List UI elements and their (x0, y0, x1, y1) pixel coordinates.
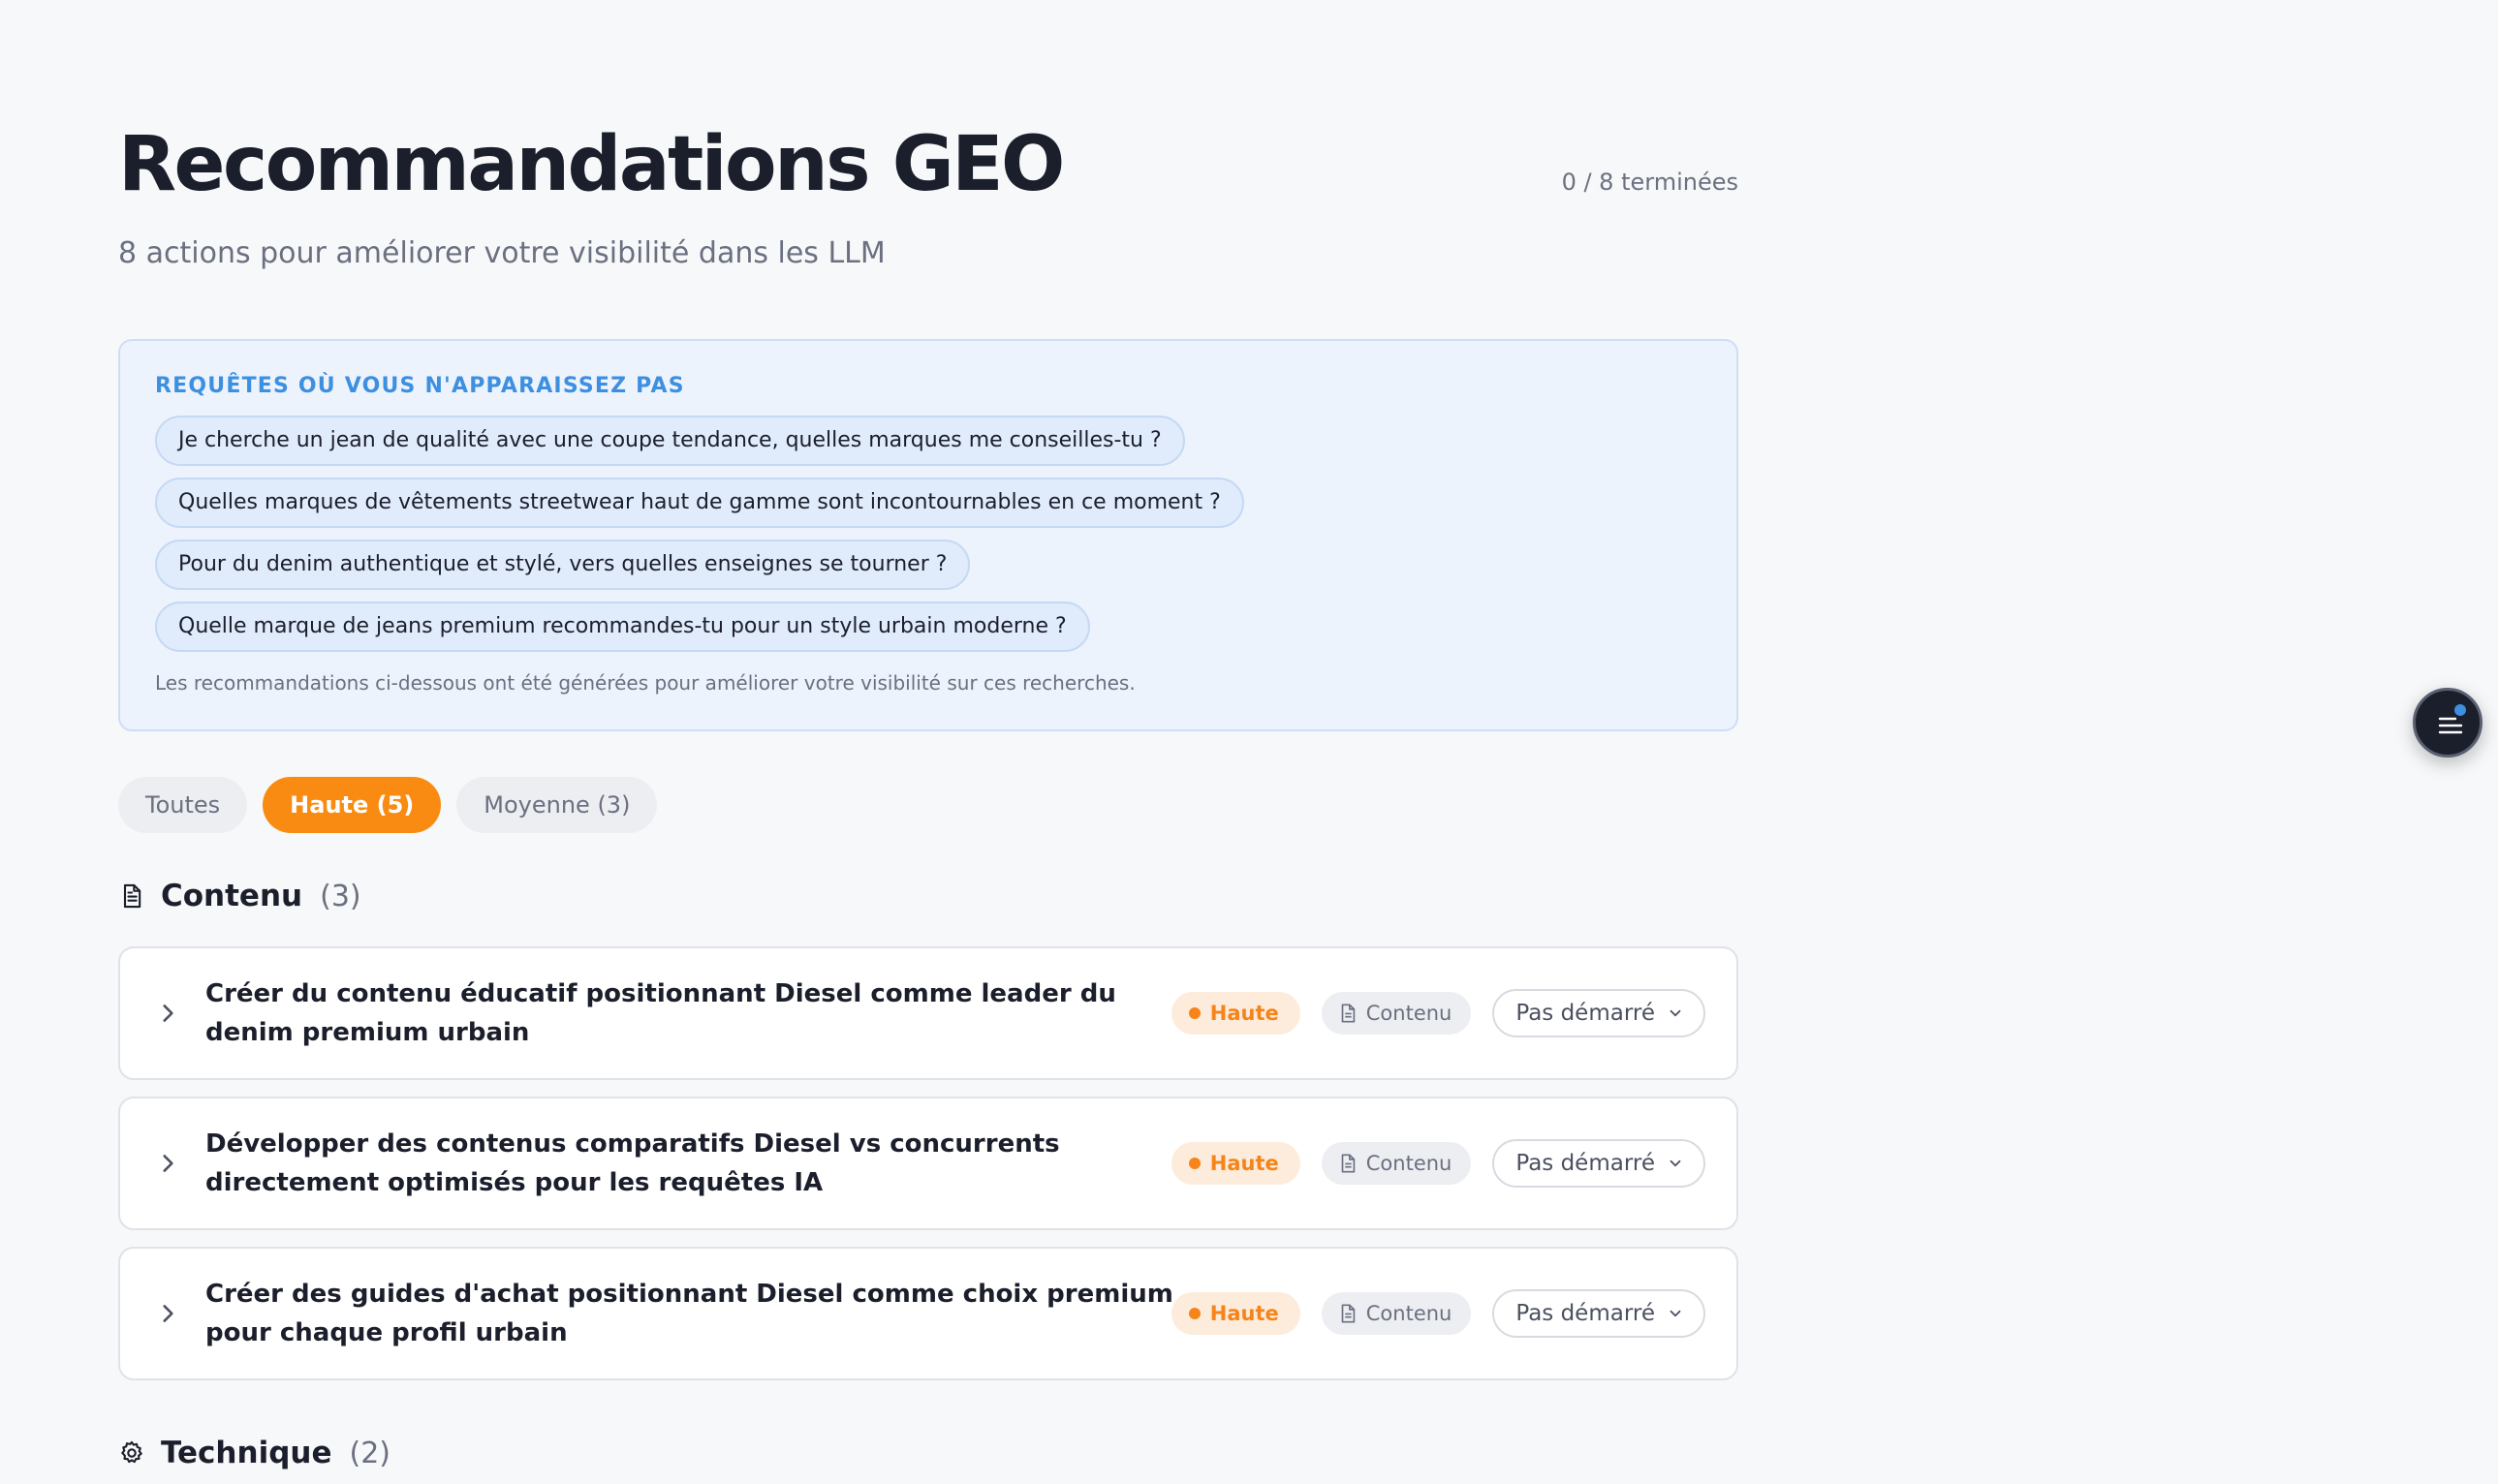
status-dropdown[interactable]: Pas démarré (1492, 1289, 1705, 1338)
recommendation-meta: Haute Contenu Pas démarré (1171, 989, 1705, 1037)
status-dropdown[interactable]: Pas démarré (1492, 1139, 1705, 1188)
recommendation-title: Créer du contenu éducatif positionnant D… (205, 979, 1116, 1047)
query-chip: Quelles marques de vêtements streetwear … (155, 478, 1244, 528)
priority-filter-tabs: Toutes Haute (5) Moyenne (3) (118, 777, 658, 833)
section-heading-content: Contenu (3) (118, 879, 361, 913)
chevron-down-icon (1670, 1159, 1681, 1167)
filter-all[interactable]: Toutes (118, 777, 248, 833)
document-icon (118, 882, 145, 910)
queries-note: Les recommandations ci-dessous ont été g… (155, 671, 1136, 695)
missing-queries-panel: REQUÊTES OÙ VOUS N'APPARAISSEZ PAS Je ch… (118, 339, 1738, 731)
page-title: Recommandations GEO (118, 121, 1065, 208)
gear-icon (118, 1439, 145, 1467)
priority-badge: Haute (1171, 992, 1300, 1035)
recommendations-page: Recommandations GEO 8 actions pour améli… (118, 0, 1738, 1470)
document-icon (1341, 1154, 1356, 1173)
recommendation-card[interactable]: Créer du contenu éducatif positionnant D… (118, 946, 1738, 1080)
chevron-right-icon[interactable] (155, 1001, 180, 1026)
section-title: Technique (161, 1436, 332, 1470)
section-count: (3) (320, 879, 361, 913)
recommendation-meta: Haute Contenu Pas démarré (1171, 1139, 1705, 1188)
status-label: Pas démarré (1515, 1151, 1655, 1176)
filter-high[interactable]: Haute (5) (263, 777, 442, 833)
recommendation-title: Développer des contenus comparatifs Dies… (205, 1129, 1060, 1197)
page-header: Recommandations GEO 8 actions pour améli… (118, 0, 1738, 291)
priority-badge: Haute (1171, 1292, 1300, 1335)
completion-counter: 0 / 8 terminées (1561, 169, 1738, 196)
category-label: Contenu (1365, 1302, 1452, 1325)
notification-dot-icon (2454, 704, 2466, 716)
document-icon (1341, 1304, 1356, 1323)
category-label: Contenu (1365, 1002, 1452, 1025)
menu-icon (2438, 717, 2463, 734)
priority-dot-icon (1188, 1308, 1201, 1319)
category-label: Contenu (1365, 1152, 1452, 1175)
priority-label: Haute (1209, 1152, 1279, 1175)
priority-dot-icon (1188, 1158, 1201, 1169)
query-chip: Je cherche un jean de qualité avec une c… (155, 416, 1185, 466)
recommendation-card[interactable]: Créer des guides d'achat positionnant Di… (118, 1247, 1738, 1380)
category-badge: Contenu (1321, 1142, 1472, 1185)
category-badge: Contenu (1321, 992, 1472, 1035)
status-dropdown[interactable]: Pas démarré (1492, 989, 1705, 1037)
category-badge: Contenu (1321, 1292, 1472, 1335)
status-label: Pas démarré (1515, 1301, 1655, 1326)
page-subtitle: 8 actions pour améliorer votre visibilit… (118, 236, 886, 270)
priority-label: Haute (1209, 1002, 1279, 1025)
document-icon (1341, 1004, 1356, 1023)
status-label: Pas démarré (1515, 1001, 1655, 1026)
section-count: (2) (349, 1436, 390, 1470)
chevron-right-icon[interactable] (155, 1301, 180, 1326)
priority-badge: Haute (1171, 1142, 1300, 1185)
recommendation-meta: Haute Contenu Pas démarré (1171, 1289, 1705, 1338)
section-heading-technical: Technique (2) (118, 1436, 390, 1470)
recommendation-card[interactable]: Développer des contenus comparatifs Dies… (118, 1097, 1738, 1230)
menu-fab-button[interactable] (2413, 688, 2482, 757)
filter-medium[interactable]: Moyenne (3) (456, 777, 658, 833)
missing-queries-heading: REQUÊTES OÙ VOUS N'APPARAISSEZ PAS (155, 374, 685, 398)
section-title: Contenu (161, 879, 303, 913)
query-chip: Pour du denim authentique et stylé, vers… (155, 540, 971, 590)
priority-label: Haute (1209, 1302, 1279, 1325)
query-chip: Quelle marque de jeans premium recommand… (155, 602, 1090, 652)
query-list: Je cherche un jean de qualité avec une c… (155, 416, 1702, 652)
chevron-right-icon[interactable] (155, 1151, 180, 1176)
priority-dot-icon (1188, 1007, 1201, 1019)
chevron-down-icon (1670, 1310, 1681, 1317)
chevron-down-icon (1670, 1009, 1681, 1017)
recommendation-title: Créer des guides d'achat positionnant Di… (205, 1280, 1173, 1347)
